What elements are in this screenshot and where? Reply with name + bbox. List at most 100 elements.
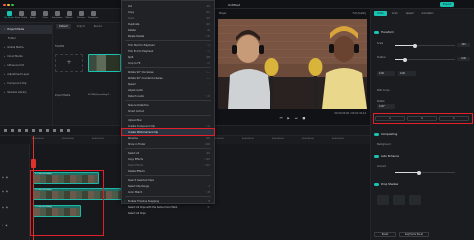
- rotate-field[interactable]: 0.00°: [377, 104, 395, 109]
- sidebar-item-compound-clip[interactable]: ▸ Compound Clip: [0, 79, 52, 88]
- crop-icon[interactable]: [32, 129, 35, 132]
- undo-icon[interactable]: [4, 129, 7, 132]
- toggle-switch[interactable]: [374, 31, 379, 34]
- play-icon[interactable]: ▶: [287, 116, 289, 120]
- toolbar-item-effects[interactable]: Effects: [64, 9, 74, 22]
- tab-default[interactable]: Default: [56, 24, 71, 29]
- toolbar-item-audio[interactable]: Audio: [28, 9, 38, 22]
- tab-color[interactable]: Color: [389, 11, 401, 16]
- menu-item[interactable]: Crop to Fit ⌥C: [122, 60, 214, 66]
- toolbar-item-stock-media[interactable]: Stock Media: [15, 9, 27, 22]
- position-y-field[interactable]: 0.00: [398, 71, 416, 76]
- shadow-preset[interactable]: [377, 195, 389, 205]
- player-tab[interactable]: Player: [219, 12, 226, 15]
- sidebar-item-cloud-media[interactable]: ▸ Cloud Media: [0, 52, 52, 61]
- eye-icon[interactable]: ◉: [2, 206, 4, 209]
- compositing-section-header[interactable]: Compositing: [374, 133, 472, 136]
- menu-item-label: Smart Cutout: [128, 109, 145, 113]
- export-button[interactable]: Export: [440, 1, 454, 7]
- lock-icon[interactable]: ▣: [6, 190, 8, 193]
- menu-separator: [125, 100, 211, 101]
- sidebar-item-folder[interactable]: Folder: [0, 34, 52, 43]
- toolbar-item-transitions[interactable]: Transitions: [52, 9, 62, 22]
- menu-item[interactable]: Color Match ⌥M: [122, 189, 214, 195]
- rotate-button[interactable]: ↻: [439, 116, 469, 121]
- scale-slider[interactable]: [395, 43, 455, 48]
- speed-icon[interactable]: [46, 129, 49, 132]
- color-icon[interactable]: [53, 129, 56, 132]
- slider-knob[interactable]: [403, 57, 407, 62]
- sidebar-item-adjustment-layer[interactable]: ▸ Adjustment Layer: [0, 70, 52, 79]
- toolbar-item-titles[interactable]: Titles: [40, 9, 50, 22]
- ruler-tick-label: 00:00:05:00: [62, 138, 74, 140]
- lock-icon[interactable]: ▣: [6, 176, 8, 179]
- position-x-field[interactable]: 0.00: [377, 71, 395, 76]
- tab-speed[interactable]: Speed: [403, 11, 417, 16]
- transform-section-header[interactable]: Transform: [374, 31, 472, 34]
- toolbar-item-my-media[interactable]: My Media: [4, 9, 14, 22]
- position-slider[interactable]: [395, 57, 455, 62]
- flip-vertical-button[interactable]: ⇅: [407, 116, 437, 121]
- sidebar-item-global-media[interactable]: ▸ Global Media: [0, 43, 52, 52]
- playhead-handle[interactable]: [31, 159, 36, 168]
- eye-icon[interactable]: ◉: [2, 176, 4, 179]
- close-window-button[interactable]: [3, 3, 6, 6]
- menu-item-shortcut: X: [208, 184, 211, 188]
- menu-item[interactable]: Show in Finder ⇧⌘R: [122, 141, 214, 147]
- menu-item[interactable]: Ripple Delete ⇧⌫: [122, 33, 214, 39]
- menu-item[interactable]: Detach Audio ⌃⌥D: [122, 93, 214, 99]
- lock-icon[interactable]: ▣: [5, 224, 7, 227]
- toggle-switch[interactable]: [374, 183, 379, 186]
- tab-video[interactable]: Video: [374, 11, 387, 16]
- scale-value[interactable]: 100: [457, 43, 470, 47]
- sidebar-item-shadow-library[interactable]: ▸ Shadow Library: [0, 88, 52, 97]
- tab-animation[interactable]: Animation: [418, 11, 436, 16]
- zoom-window-button[interactable]: [11, 3, 14, 6]
- tab-import[interactable]: Import: [74, 24, 88, 29]
- sidebar-item-influencer-kit[interactable]: ▸ Influencer Kit: [0, 61, 52, 70]
- shadow-preset[interactable]: [409, 195, 421, 205]
- audio-icon[interactable]: [60, 129, 63, 132]
- toolbar-item-stickers[interactable]: Stickers: [76, 9, 86, 22]
- import-media-tile[interactable]: +: [55, 54, 83, 72]
- shadow-preset[interactable]: [393, 195, 405, 205]
- mask-icon[interactable]: [67, 129, 70, 132]
- text-icon[interactable]: [39, 129, 42, 132]
- keyframe-panel-button[interactable]: Keyframe Panel: [399, 232, 429, 237]
- auto-enhance-section-header[interactable]: Auto Enhance: [374, 155, 472, 158]
- flip-horizontal-button[interactable]: ⇋: [375, 116, 405, 121]
- menu-item[interactable]: Delete Effects: [122, 168, 214, 174]
- cut-icon[interactable]: [25, 129, 28, 132]
- ruler-tick-label: 00:00:35:00: [242, 138, 254, 140]
- delete-icon[interactable]: [18, 129, 21, 132]
- properties-footer: Reset Keyframe Panel: [374, 232, 429, 237]
- position-value[interactable]: 0.00: [457, 57, 470, 61]
- menu-item-shortcut: ⌃⌥D: [203, 94, 210, 98]
- menu-item[interactable]: Select All Clips: [122, 210, 214, 216]
- menu-item[interactable]: Smart Cutout: [122, 108, 214, 114]
- drop-shadow-section-header[interactable]: Drop Shadow: [374, 183, 472, 186]
- stop-icon[interactable]: ■: [302, 116, 305, 120]
- speaker-icon[interactable]: ♪: [2, 224, 3, 227]
- toggle-switch[interactable]: [374, 155, 379, 158]
- quality-select[interactable]: Full Quality: [353, 12, 366, 15]
- menu-separator: [125, 196, 211, 197]
- next-frame-icon[interactable]: ⏭: [295, 116, 298, 120]
- media-clip-thumbnail[interactable]: [88, 54, 121, 72]
- reset-button[interactable]: Reset: [374, 232, 396, 237]
- previous-frame-icon[interactable]: ⏮: [280, 116, 283, 120]
- toolbar-item-templates[interactable]: Templates: [88, 9, 98, 22]
- video-preview[interactable]: [218, 19, 367, 109]
- sidebar-item-project-media[interactable]: ▾ Project Media: [0, 25, 52, 34]
- tab-record[interactable]: Record: [91, 24, 105, 29]
- lock-icon[interactable]: ▣: [6, 206, 8, 209]
- menu-separator: [125, 175, 211, 176]
- eye-icon[interactable]: ◉: [2, 190, 4, 193]
- redo-icon[interactable]: [11, 129, 14, 132]
- slider-knob[interactable]: [417, 170, 421, 175]
- toggle-switch[interactable]: [374, 133, 379, 136]
- playhead[interactable]: [33, 136, 34, 240]
- minimize-window-button[interactable]: [7, 3, 10, 6]
- slider-knob[interactable]: [413, 43, 417, 48]
- amount-slider[interactable]: [395, 170, 455, 175]
